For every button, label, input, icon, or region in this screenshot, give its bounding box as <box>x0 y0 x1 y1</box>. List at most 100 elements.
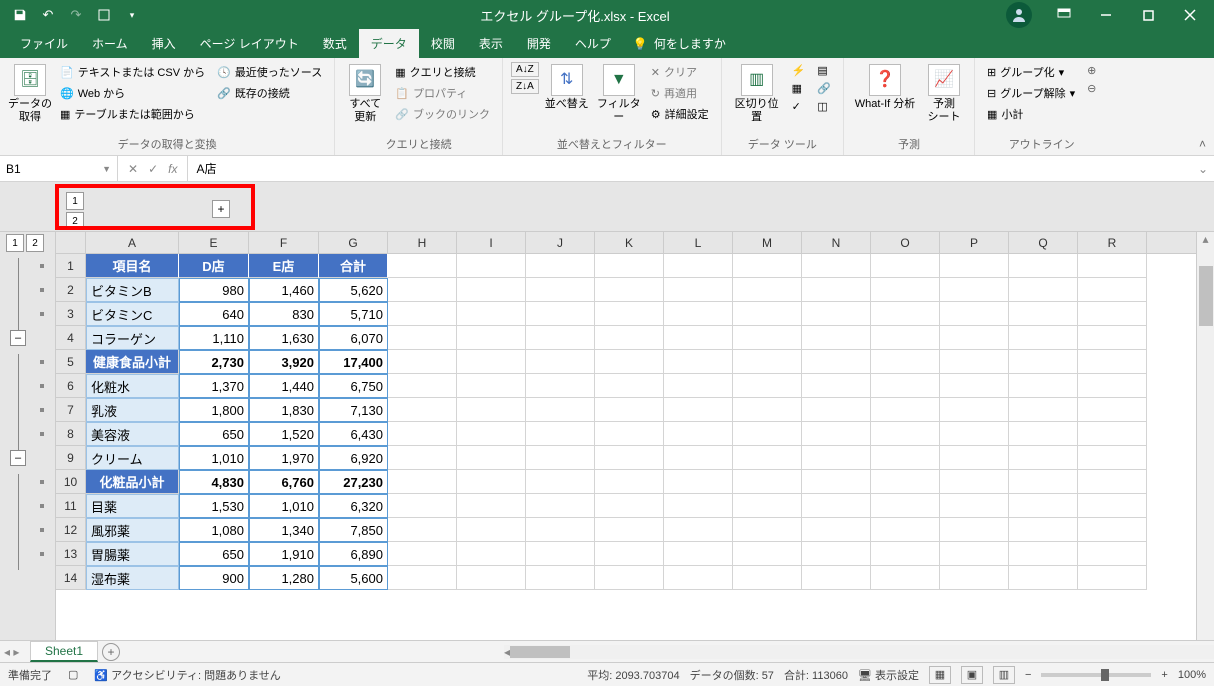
empty-cell[interactable] <box>802 470 871 494</box>
empty-cell[interactable] <box>595 446 664 470</box>
empty-cell[interactable] <box>871 350 940 374</box>
empty-cell[interactable] <box>595 566 664 590</box>
empty-cell[interactable] <box>457 350 526 374</box>
empty-cell[interactable] <box>595 326 664 350</box>
column-header[interactable]: Q <box>1009 232 1078 253</box>
get-data-button[interactable]: 🗄データの 取得 <box>8 62 52 124</box>
data-cell[interactable]: 1,520 <box>249 422 319 446</box>
empty-cell[interactable] <box>388 374 457 398</box>
empty-cell[interactable] <box>802 278 871 302</box>
row-header[interactable]: 1 <box>56 254 86 278</box>
empty-cell[interactable] <box>802 302 871 326</box>
empty-cell[interactable] <box>595 494 664 518</box>
tab-formulas[interactable]: 数式 <box>311 29 359 58</box>
item-name-cell[interactable]: ビタミンC <box>86 302 179 326</box>
table-header[interactable]: 合計 <box>319 254 388 278</box>
empty-cell[interactable] <box>733 518 802 542</box>
recent-sources-button[interactable]: 🕓最近使ったソース <box>213 62 326 82</box>
empty-cell[interactable] <box>1009 302 1078 326</box>
tell-me-search[interactable]: 💡 何をしますか <box>623 29 736 58</box>
forecast-sheet-button[interactable]: 📈予測 シート <box>922 62 966 124</box>
empty-cell[interactable] <box>388 518 457 542</box>
data-cell[interactable]: 830 <box>249 302 319 326</box>
filter-button[interactable]: ▼フィルター <box>595 62 643 124</box>
tab-insert[interactable]: 挿入 <box>140 29 188 58</box>
data-cell[interactable]: 1,010 <box>249 494 319 518</box>
normal-view-button[interactable]: ▦ <box>929 666 951 684</box>
row-outline-level-2[interactable]: 2 <box>26 234 44 252</box>
data-cell[interactable]: 17,400 <box>319 350 388 374</box>
flash-fill-button[interactable]: ⚡ <box>788 62 810 79</box>
empty-cell[interactable] <box>940 566 1009 590</box>
empty-cell[interactable] <box>871 470 940 494</box>
save-icon[interactable] <box>8 3 32 27</box>
data-validation-button[interactable]: ✓ <box>788 98 810 115</box>
data-cell[interactable]: 1,800 <box>179 398 249 422</box>
subtotal-label[interactable]: 健康食品小計 <box>86 350 179 374</box>
data-cell[interactable]: 6,070 <box>319 326 388 350</box>
empty-cell[interactable] <box>457 302 526 326</box>
collapse-ribbon-icon[interactable]: ˄ <box>1199 137 1206 151</box>
row-header[interactable]: 6 <box>56 374 86 398</box>
empty-cell[interactable] <box>1009 494 1078 518</box>
row-header[interactable]: 3 <box>56 302 86 326</box>
empty-cell[interactable] <box>1078 278 1147 302</box>
empty-cell[interactable] <box>871 494 940 518</box>
empty-cell[interactable] <box>388 422 457 446</box>
row-outline-level-1[interactable]: 1 <box>6 234 24 252</box>
clear-filter-button[interactable]: ✕クリア <box>647 62 713 82</box>
empty-cell[interactable] <box>1009 254 1078 278</box>
empty-cell[interactable] <box>733 494 802 518</box>
data-cell[interactable]: 2,730 <box>179 350 249 374</box>
subtotal-label[interactable]: 化粧品小計 <box>86 470 179 494</box>
subtotal-button[interactable]: ▦ 小計 <box>983 104 1079 124</box>
empty-cell[interactable] <box>457 566 526 590</box>
show-detail-button[interactable]: ⊕ <box>1083 62 1100 79</box>
data-cell[interactable]: 7,130 <box>319 398 388 422</box>
empty-cell[interactable] <box>1078 302 1147 326</box>
column-header[interactable]: M <box>733 232 802 253</box>
spreadsheet[interactable]: AEFGHIJKLMNOPQR 1項目名D店E店合計2ビタミンB9801,460… <box>56 232 1214 640</box>
empty-cell[interactable] <box>526 278 595 302</box>
existing-connections-button[interactable]: 🔗既存の接続 <box>213 83 326 103</box>
empty-cell[interactable] <box>595 254 664 278</box>
formula-input[interactable]: A店⌄ <box>188 156 1214 181</box>
column-header[interactable]: K <box>595 232 664 253</box>
empty-cell[interactable] <box>871 326 940 350</box>
item-name-cell[interactable]: 化粧水 <box>86 374 179 398</box>
empty-cell[interactable] <box>526 470 595 494</box>
empty-cell[interactable] <box>664 350 733 374</box>
empty-cell[interactable] <box>388 398 457 422</box>
data-cell[interactable]: 1,970 <box>249 446 319 470</box>
empty-cell[interactable] <box>871 518 940 542</box>
empty-cell[interactable] <box>664 566 733 590</box>
data-cell[interactable]: 5,710 <box>319 302 388 326</box>
cancel-icon[interactable]: ✕ <box>128 162 138 176</box>
maximize-button[interactable] <box>1128 1 1168 29</box>
tab-review[interactable]: 校閲 <box>419 29 467 58</box>
empty-cell[interactable] <box>595 398 664 422</box>
empty-cell[interactable] <box>1078 398 1147 422</box>
column-header[interactable]: G <box>319 232 388 253</box>
empty-cell[interactable] <box>526 566 595 590</box>
empty-cell[interactable] <box>940 326 1009 350</box>
data-cell[interactable]: 6,890 <box>319 542 388 566</box>
empty-cell[interactable] <box>1078 542 1147 566</box>
column-header[interactable]: O <box>871 232 940 253</box>
empty-cell[interactable] <box>664 302 733 326</box>
empty-cell[interactable] <box>457 254 526 278</box>
empty-cell[interactable] <box>871 254 940 278</box>
empty-cell[interactable] <box>526 326 595 350</box>
empty-cell[interactable] <box>457 398 526 422</box>
chevron-down-icon[interactable]: ▼ <box>102 164 111 174</box>
data-cell[interactable]: 6,430 <box>319 422 388 446</box>
whatif-button[interactable]: ❓What-If 分析 <box>852 62 918 111</box>
empty-cell[interactable] <box>940 542 1009 566</box>
data-cell[interactable]: 27,230 <box>319 470 388 494</box>
row-header[interactable]: 12 <box>56 518 86 542</box>
empty-cell[interactable] <box>457 518 526 542</box>
empty-cell[interactable] <box>733 326 802 350</box>
empty-cell[interactable] <box>457 494 526 518</box>
item-name-cell[interactable]: 風邪薬 <box>86 518 179 542</box>
data-cell[interactable]: 6,750 <box>319 374 388 398</box>
